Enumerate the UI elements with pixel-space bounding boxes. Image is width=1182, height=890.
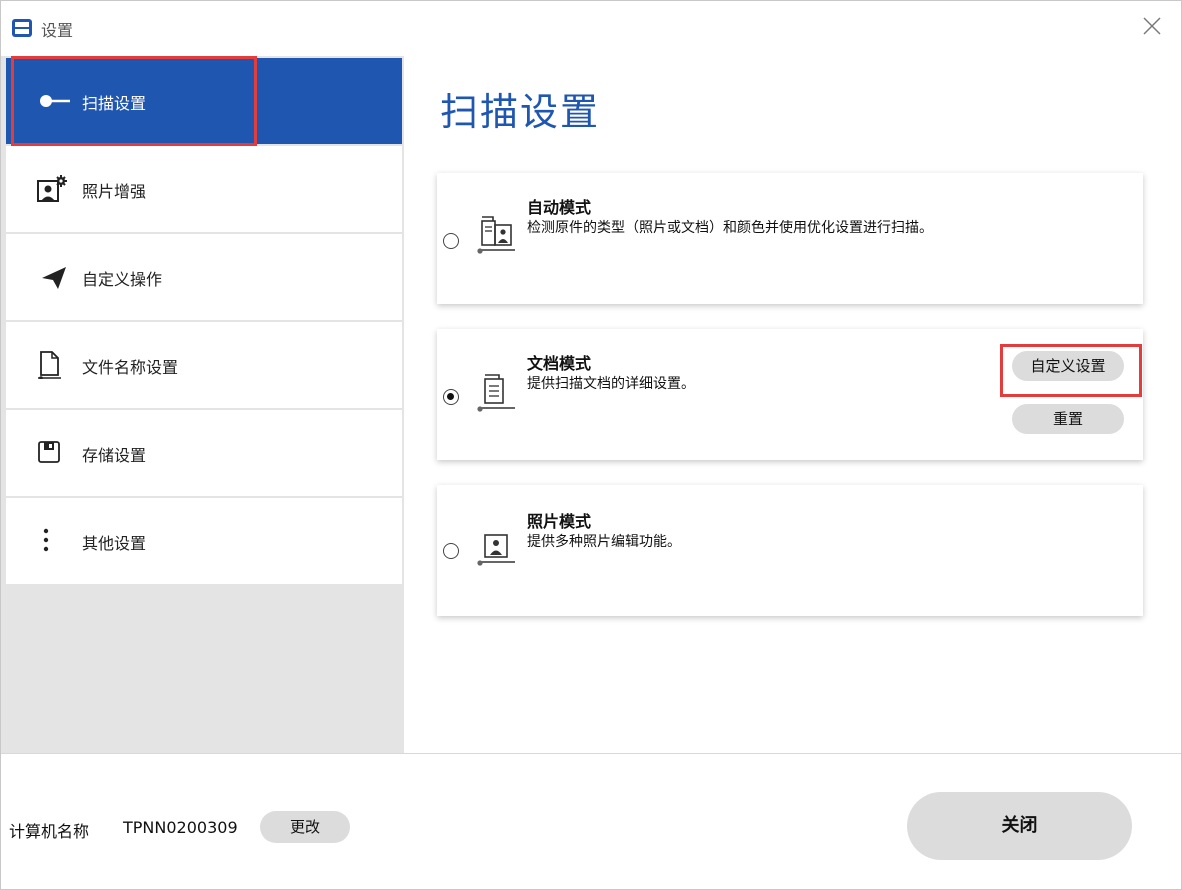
sidebar-item-other[interactable]: 其他设置 <box>6 498 402 584</box>
computer-name-label: 计算机名称 <box>9 822 90 841</box>
auto-mode-card[interactable]: 自动模式 检测原件的类型（照片或文档）和颜色并使用优化设置进行扫描。 <box>437 173 1143 304</box>
sidebar-item-scan-settings[interactable]: 扫描设置 <box>6 58 402 144</box>
close-window-icon[interactable] <box>1141 15 1163 37</box>
change-computer-name-button[interactable]: 更改 <box>260 811 350 843</box>
photo-mode-card[interactable]: 照片模式 提供多种照片编辑功能。 <box>437 485 1143 616</box>
more-icon <box>43 528 49 552</box>
close-button[interactable]: 关闭 <box>907 792 1132 860</box>
sidebar-item-file-name[interactable]: 文件名称设置 <box>6 322 402 408</box>
footer: 计算机名称 TPNN0200309 更改 关闭 <box>1 753 1181 889</box>
photo-enhance-icon <box>37 175 67 202</box>
sidebar-item-photo-enhance[interactable]: 照片增强 <box>6 146 402 232</box>
main-panel: 扫描设置 自动模式 检测原件的类型（照片或文档）和颜色并使用优化设置进行扫描。 <box>404 56 1181 753</box>
mode-title: 照片模式 <box>527 512 592 531</box>
mode-description: 检测原件的类型（照片或文档）和颜色并使用优化设置进行扫描。 <box>527 220 933 236</box>
file-icon <box>38 351 61 379</box>
mode-title: 文档模式 <box>527 354 592 373</box>
mode-title: 自动模式 <box>527 198 592 217</box>
sidebar: 扫描设置 照片增强 自定义操作 文件名称设置 存储设置 其他设置 <box>1 56 404 753</box>
document-mode-card[interactable]: 文档模式 提供扫描文档的详细设置。 自定义设置 重置 <box>437 329 1143 460</box>
page-title: 扫描设置 <box>440 90 601 134</box>
sidebar-item-label: 其他设置 <box>82 534 147 553</box>
sidebar-item-storage[interactable]: 存储设置 <box>6 410 402 496</box>
photo-mode-icon <box>477 534 515 566</box>
sidebar-item-label: 照片增强 <box>82 182 147 201</box>
photo-mode-radio[interactable] <box>443 543 459 559</box>
sidebar-item-label: 扫描设置 <box>82 94 147 113</box>
send-icon <box>42 267 66 289</box>
document-mode-radio[interactable] <box>443 389 459 405</box>
auto-mode-radio[interactable] <box>443 233 459 249</box>
sidebar-item-label: 自定义操作 <box>82 270 163 289</box>
mode-description: 提供多种照片编辑功能。 <box>527 534 681 550</box>
reset-button[interactable]: 重置 <box>1012 404 1124 434</box>
settings-window: 设置 扫描设置 照片增强 自定义操作 文件名称设置 存储设置 其他设置 扫描设置… <box>0 0 1182 890</box>
title-bar: 设置 <box>1 1 1181 51</box>
sidebar-item-label: 存储设置 <box>82 446 147 465</box>
sidebar-item-custom-action[interactable]: 自定义操作 <box>6 234 402 320</box>
document-mode-icon <box>477 374 515 412</box>
auto-mode-icon <box>477 216 515 254</box>
mode-description: 提供扫描文档的详细设置。 <box>527 376 695 392</box>
custom-settings-button[interactable]: 自定义设置 <box>1012 351 1124 381</box>
scan-settings-icon <box>40 95 70 107</box>
sidebar-item-label: 文件名称设置 <box>82 358 179 377</box>
save-icon <box>38 441 60 463</box>
window-title: 设置 <box>41 21 74 40</box>
app-icon <box>12 19 32 37</box>
computer-name-value: TPNN0200309 <box>123 818 238 837</box>
